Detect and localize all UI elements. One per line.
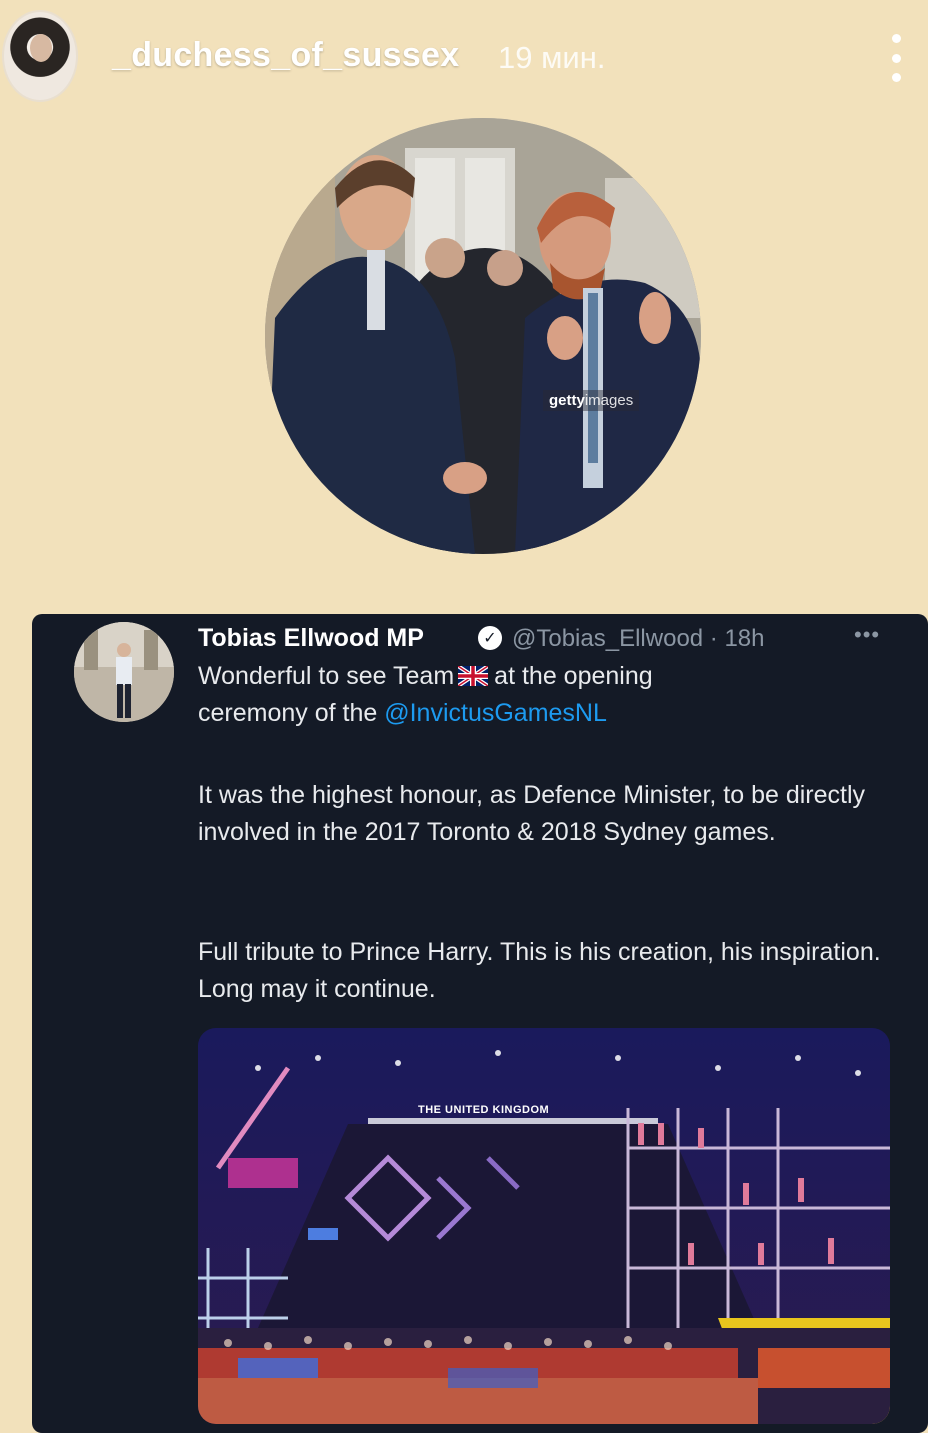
tweet-paragraph-1: Wonderful to see Team at the opening cer…: [198, 658, 898, 732]
story-time: 19 мин.: [498, 40, 606, 75]
tweet-media-image[interactable]: THE UNITED KINGDOM: [198, 1028, 890, 1424]
photo-scene: [265, 118, 701, 554]
tweet-handle-time[interactable]: @Tobias_Ellwood · 18h: [512, 625, 765, 653]
more-horizontal-icon[interactable]: •••: [854, 622, 880, 648]
tweet-line2-pre: ceremony of the: [198, 699, 385, 727]
tweet-paragraph-2: It was the highest honour, as Defence Mi…: [198, 781, 866, 846]
story-username[interactable]: _duchess_of_sussex: [112, 36, 459, 75]
mention-link[interactable]: @InvictusGamesNL: [384, 699, 607, 727]
watermark-brand: getty: [549, 392, 585, 409]
tweet-line1-post: at the opening: [494, 662, 653, 690]
profile-avatar[interactable]: [2, 10, 78, 102]
tweet-paragraph-3: Full tribute to Prince Harry. This is hi…: [198, 938, 881, 1003]
story-photo: gettyimages: [265, 118, 701, 554]
tweet-author-name[interactable]: Tobias Ellwood MP: [198, 624, 424, 653]
watermark-suffix: images: [584, 392, 634, 409]
getty-watermark: gettyimages: [543, 390, 640, 411]
verified-badge-icon: ✓: [478, 626, 502, 650]
tweet-line1-pre: Wonderful to see Team: [198, 662, 455, 690]
avatar-face: [30, 34, 52, 62]
more-vertical-icon[interactable]: [884, 34, 908, 82]
ceremony-scene: [198, 1028, 890, 1424]
stage-banner-text: THE UNITED KINGDOM: [418, 1104, 550, 1116]
tweet-card[interactable]: Tobias Ellwood MP ✓ @Tobias_Ellwood · 18…: [32, 614, 928, 1433]
tweet-author-avatar[interactable]: [74, 622, 174, 722]
story-header: _duchess_of_sussex 19 мин.: [0, 0, 928, 110]
uk-flag-icon: [458, 666, 489, 686]
author-photo: [74, 622, 174, 722]
